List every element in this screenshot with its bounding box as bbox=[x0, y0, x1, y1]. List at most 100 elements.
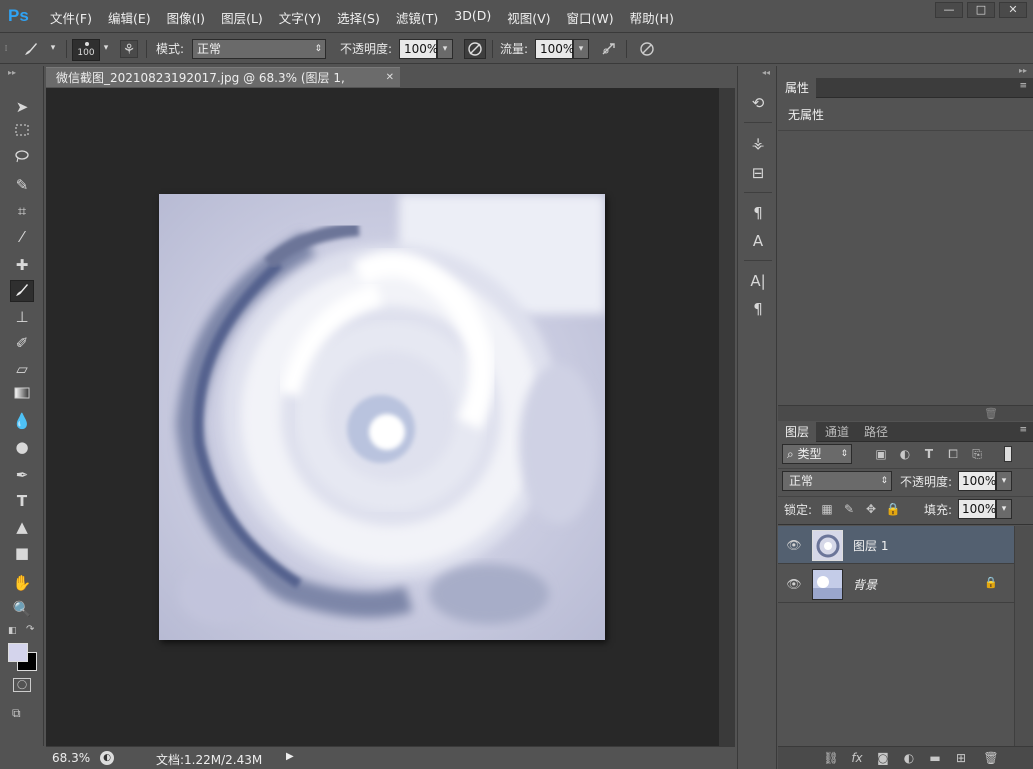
smart-object-filter-icon[interactable]: ⎘ bbox=[968, 445, 986, 463]
menu-help[interactable]: 帮助(H) bbox=[622, 8, 682, 27]
quick-selection-tool-icon[interactable]: ✎ bbox=[10, 174, 34, 196]
blur-tool-icon[interactable]: 💧 bbox=[10, 410, 34, 432]
screen-mode-icon[interactable]: ⧉ bbox=[12, 706, 32, 720]
lock-pixels-icon[interactable]: ✎ bbox=[840, 500, 858, 518]
brush-presets-panel-icon[interactable]: ⚶ bbox=[746, 132, 770, 154]
menu-select[interactable]: 选择(S) bbox=[329, 8, 388, 27]
shape-filter-icon[interactable]: ⧠ bbox=[944, 445, 962, 463]
foreground-color-swatch[interactable] bbox=[8, 643, 28, 662]
brush-panel-icon[interactable]: ⊟ bbox=[746, 162, 770, 184]
pen-tool-icon[interactable]: ✒ bbox=[10, 464, 34, 486]
quick-mask-icon[interactable]: ◯ bbox=[13, 678, 31, 692]
vertical-scrollbar[interactable] bbox=[719, 88, 735, 746]
collapse-arrows-icon[interactable]: ▸▸ bbox=[1019, 66, 1027, 75]
layer-opacity-input[interactable]: 100% bbox=[958, 471, 996, 491]
link-layers-icon[interactable]: ⛓ bbox=[822, 749, 840, 767]
blend-mode-select[interactable]: 正常 ⇕ bbox=[782, 471, 892, 491]
mode-select[interactable]: 正常 ⇕ bbox=[192, 39, 326, 59]
add-mask-icon[interactable]: ◙ bbox=[874, 749, 892, 767]
adjustment-filter-icon[interactable]: ◐ bbox=[896, 445, 914, 463]
opacity-input[interactable]: 100% bbox=[399, 39, 438, 59]
lock-position-icon[interactable]: ✥ bbox=[862, 500, 880, 518]
healing-brush-tool-icon[interactable]: ✚ bbox=[10, 254, 34, 276]
tool-preset-dropdown[interactable]: ▾ bbox=[46, 39, 60, 59]
status-menu-arrow-icon[interactable]: ▶ bbox=[286, 749, 300, 765]
document-tab[interactable]: 微信截图_20210823192017.jpg @ 68.3% (图层 1, R… bbox=[46, 67, 400, 105]
type-filter-icon[interactable]: T bbox=[920, 445, 938, 463]
paragraph-panel-icon[interactable]: ¶ bbox=[746, 298, 770, 320]
tab-channels[interactable]: 通道 bbox=[818, 422, 856, 442]
hand-tool-icon[interactable]: ✋ bbox=[10, 572, 34, 594]
airbrush-icon[interactable] bbox=[600, 40, 618, 58]
menu-filter[interactable]: 滤镜(T) bbox=[388, 8, 446, 27]
new-layer-icon[interactable]: ⊞ bbox=[952, 749, 970, 767]
document-canvas[interactable] bbox=[159, 194, 605, 640]
menu-edit[interactable]: 编辑(E) bbox=[100, 8, 159, 27]
info-icon[interactable]: ◐ bbox=[100, 751, 114, 765]
brush-preset-picker[interactable]: 100 bbox=[72, 39, 100, 61]
path-selection-tool-icon[interactable]: ▲ bbox=[10, 516, 34, 538]
gradient-tool-icon[interactable] bbox=[10, 384, 34, 406]
character-styles-panel-icon[interactable]: A bbox=[746, 230, 770, 252]
flow-slider-toggle[interactable]: ▾ bbox=[573, 39, 589, 59]
adjustment-layer-icon[interactable]: ◐ bbox=[900, 749, 918, 767]
panel-menu-icon[interactable]: ≡ bbox=[1019, 425, 1027, 435]
collapse-arrows-icon[interactable]: ◂◂ bbox=[762, 68, 770, 77]
tab-properties[interactable]: 属性 bbox=[778, 78, 817, 98]
visibility-eye-icon[interactable]: 👁 bbox=[786, 576, 802, 592]
zoom-tool-icon[interactable]: 🔍 bbox=[10, 598, 34, 620]
new-group-icon[interactable]: ▬ bbox=[926, 749, 944, 767]
fill-input[interactable]: 100% bbox=[958, 499, 996, 519]
marquee-tool-icon[interactable] bbox=[10, 122, 34, 144]
lasso-tool-icon[interactable] bbox=[10, 148, 34, 170]
eraser-tool-icon[interactable]: ▱ bbox=[10, 358, 34, 380]
eyedropper-tool-icon[interactable]: ⁄ bbox=[10, 226, 34, 248]
menu-file[interactable]: 文件(F) bbox=[42, 8, 100, 27]
move-tool-icon[interactable]: ➤ bbox=[10, 96, 34, 118]
zoom-level[interactable]: 68.3% bbox=[52, 751, 90, 765]
pressure-opacity-icon[interactable] bbox=[464, 39, 486, 59]
paragraph-styles-panel-icon[interactable]: ¶ bbox=[746, 202, 770, 224]
opacity-slider-toggle[interactable]: ▾ bbox=[437, 39, 453, 59]
panel-menu-icon[interactable]: ≡ bbox=[1019, 81, 1027, 91]
default-colors-icon[interactable]: ◧ bbox=[8, 626, 17, 636]
layer-opacity-slider-toggle[interactable]: ▾ bbox=[996, 471, 1012, 491]
menu-layer[interactable]: 图层(L) bbox=[213, 8, 271, 27]
dodge-tool-icon[interactable]: ● bbox=[10, 436, 34, 458]
brush-dropdown[interactable]: ▾ bbox=[100, 39, 112, 59]
lock-all-icon[interactable]: 🔒 bbox=[884, 500, 902, 518]
close-button[interactable]: ✕ bbox=[999, 2, 1027, 18]
lock-transparency-icon[interactable]: ▦ bbox=[818, 500, 836, 518]
menu-view[interactable]: 视图(V) bbox=[499, 8, 558, 27]
minimize-button[interactable]: — bbox=[935, 2, 963, 18]
history-panel-icon[interactable]: ⟲ bbox=[746, 92, 770, 114]
fill-slider-toggle[interactable]: ▾ bbox=[996, 499, 1012, 519]
swap-colors-icon[interactable]: ↷ bbox=[26, 624, 34, 635]
menu-type[interactable]: 文字(Y) bbox=[271, 8, 329, 27]
menu-3d[interactable]: 3D(D) bbox=[446, 8, 499, 27]
layer-row[interactable]: 👁 背景 🔒 bbox=[778, 565, 1014, 603]
collapse-arrows-icon[interactable]: ▸▸ bbox=[8, 68, 16, 77]
brush-tool-icon[interactable] bbox=[10, 280, 34, 302]
menu-image[interactable]: 图像(I) bbox=[159, 8, 213, 27]
visibility-eye-icon[interactable]: 👁 bbox=[786, 537, 802, 553]
layer-name[interactable]: 图层 1 bbox=[853, 537, 888, 554]
close-tab-icon[interactable]: ✕ bbox=[386, 68, 394, 88]
tab-layers[interactable]: 图层 bbox=[778, 422, 817, 442]
filter-toggle[interactable] bbox=[1004, 446, 1012, 462]
layers-scrollbar[interactable] bbox=[1014, 526, 1033, 746]
layer-row[interactable]: 👁 图层 1 bbox=[778, 526, 1014, 564]
layer-filter-select[interactable]: ⌕ 类型 ⇕ bbox=[782, 444, 852, 464]
trash-icon[interactable]: 🗑 bbox=[984, 407, 998, 420]
layer-name[interactable]: 背景 bbox=[853, 576, 877, 593]
flow-input[interactable]: 100% bbox=[535, 39, 574, 59]
pixel-filter-icon[interactable]: ▣ bbox=[872, 445, 890, 463]
tab-paths[interactable]: 路径 bbox=[857, 422, 895, 442]
history-brush-tool-icon[interactable]: ✐ bbox=[10, 332, 34, 354]
pressure-size-icon[interactable] bbox=[638, 40, 656, 58]
menu-window[interactable]: 窗口(W) bbox=[559, 8, 622, 27]
maximize-button[interactable]: □ bbox=[967, 2, 995, 18]
brush-tool-icon[interactable] bbox=[22, 40, 40, 58]
character-panel-icon[interactable]: A| bbox=[746, 270, 770, 292]
delete-layer-icon[interactable]: 🗑 bbox=[982, 749, 1000, 767]
